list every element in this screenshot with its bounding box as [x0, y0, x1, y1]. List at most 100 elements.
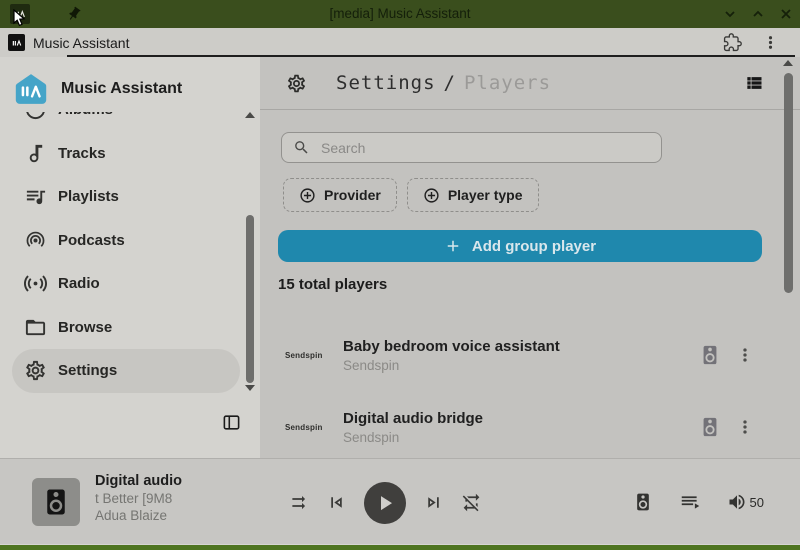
sidebar-item-label: Settings: [58, 362, 117, 379]
player-bar-right: 50: [633, 459, 764, 546]
player-provider: Sendspin: [343, 430, 699, 445]
player-row-text: Digital audio bridge Sendspin: [343, 410, 699, 445]
gear-icon: [24, 359, 47, 382]
search-box[interactable]: [281, 132, 662, 163]
row-menu-icon[interactable]: [735, 345, 755, 365]
sidebar-item-albums[interactable]: Albums: [12, 112, 240, 132]
breadcrumb-settings[interactable]: Settings: [336, 72, 436, 94]
now-playing-player: Digital audio: [95, 473, 273, 489]
play-button[interactable]: [364, 482, 406, 524]
provider-brand-logo: Sendspin: [285, 423, 343, 432]
queue-icon[interactable]: [680, 492, 701, 513]
sidebar: Music Assistant Albums Tracks Playlists: [0, 57, 260, 458]
album-art[interactable]: [32, 478, 80, 526]
player-row[interactable]: Sendspin Digital audio bridge Sendspin: [260, 391, 800, 463]
music-note-icon: [24, 142, 47, 165]
add-group-player-button[interactable]: Add group player: [278, 230, 762, 262]
window-titlebar: [media] Music Assistant: [0, 0, 800, 28]
settings-gear-icon: [286, 73, 307, 94]
now-playing-artist: Adua Blaize: [95, 508, 273, 523]
sidebar-item-settings[interactable]: Settings: [12, 349, 240, 393]
breadcrumb-separator: /: [444, 72, 456, 94]
sidebar-item-label: Tracks: [58, 145, 106, 162]
minimize-button[interactable]: [722, 6, 738, 22]
browser-toolbar: Music Assistant: [0, 28, 800, 57]
player-type-filter-button[interactable]: Player type: [407, 178, 539, 212]
app-body: Music Assistant Albums Tracks Playlists: [0, 57, 800, 458]
playlist-icon: [24, 185, 47, 208]
sidebar-item-label: Albums: [58, 112, 113, 118]
speaker-icon[interactable]: [699, 416, 721, 438]
play-icon: [373, 491, 397, 515]
provider-filter-button[interactable]: Provider: [283, 178, 397, 212]
plus-circle-icon: [299, 187, 316, 204]
folder-icon: [24, 316, 47, 339]
provider-brand-logo: Sendspin: [285, 351, 343, 360]
player-bar: Digital audio t Better [9M8 Adua Blaize: [0, 458, 800, 545]
search-icon: [293, 139, 310, 156]
sidebar-item-label: Playlists: [58, 188, 119, 205]
breadcrumb-players: Players: [464, 72, 551, 94]
sidebar-nav: Albums Tracks Playlists: [0, 112, 260, 458]
window-title: [media] Music Assistant: [0, 0, 800, 28]
sidebar-item-label: Browse: [58, 319, 112, 336]
page-header: Settings / Players: [260, 57, 800, 110]
volume-level: 50: [750, 495, 764, 510]
sidebar-item-playlists[interactable]: Playlists: [12, 175, 240, 219]
filter-row: Provider Player type: [283, 178, 800, 212]
add-group-player-label: Add group player: [472, 238, 596, 255]
sidebar-item-podcasts[interactable]: Podcasts: [12, 219, 240, 263]
scroll-up-arrow[interactable]: [783, 60, 793, 66]
browser-menu-icon[interactable]: [761, 33, 780, 52]
volume-control[interactable]: 50: [727, 492, 764, 513]
main-scrollbar[interactable]: [784, 60, 793, 455]
now-playing-info[interactable]: Digital audio t Better [9M8 Adua Blaize: [95, 473, 273, 523]
search-input[interactable]: [319, 139, 650, 157]
speaker-icon[interactable]: [699, 344, 721, 366]
sidebar-app-title: Music Assistant: [61, 80, 182, 98]
provider-filter-label: Provider: [324, 187, 381, 203]
scroll-down-arrow[interactable]: [245, 385, 255, 391]
scroll-up-arrow[interactable]: [245, 112, 255, 118]
player-row-text: Baby bedroom voice assistant Sendspin: [343, 338, 699, 373]
app-favicon: [8, 34, 25, 51]
main-panel: Settings / Players Provider: [260, 57, 800, 458]
broadcast-icon: [24, 272, 47, 295]
shuffle-off-icon[interactable]: [288, 492, 309, 513]
player-type-filter-label: Player type: [448, 187, 523, 203]
music-assistant-logo: [14, 73, 48, 105]
repeat-off-icon[interactable]: [461, 492, 482, 513]
player-name: Baby bedroom voice assistant: [343, 338, 699, 355]
collapse-sidebar-icon[interactable]: [222, 413, 241, 432]
mouse-cursor: [13, 9, 27, 27]
sidebar-scrollbar[interactable]: [246, 112, 254, 402]
row-menu-icon[interactable]: [735, 417, 755, 437]
active-player-speaker-icon[interactable]: [633, 492, 654, 513]
sidebar-item-label: Radio: [58, 275, 100, 292]
sidebar-item-tracks[interactable]: Tracks: [12, 132, 240, 176]
scrollbar-thumb[interactable]: [784, 73, 793, 293]
now-playing-track: t Better [9M8: [95, 491, 273, 506]
breadcrumb: Settings / Players: [336, 72, 551, 94]
sidebar-item-label: Podcasts: [58, 232, 125, 249]
toolbar-app-name: Music Assistant: [33, 35, 129, 51]
previous-track-icon[interactable]: [326, 492, 347, 513]
sidebar-item-radio[interactable]: Radio: [12, 262, 240, 306]
volume-icon: [727, 492, 748, 513]
player-row[interactable]: Sendspin Baby bedroom voice assistant Se…: [260, 319, 800, 391]
window-bottom-edge: [0, 544, 800, 550]
podcast-icon: [24, 229, 47, 252]
sidebar-header: Music Assistant: [0, 57, 260, 111]
player-name: Digital audio bridge: [343, 410, 699, 427]
extensions-icon[interactable]: [723, 33, 742, 52]
players-list: Sendspin Baby bedroom voice assistant Se…: [260, 319, 800, 463]
maximize-button[interactable]: [750, 6, 766, 22]
next-track-icon[interactable]: [423, 492, 444, 513]
scrollbar-thumb[interactable]: [246, 215, 254, 383]
player-provider: Sendspin: [343, 358, 699, 373]
sidebar-item-browse[interactable]: Browse: [12, 306, 240, 350]
plus-circle-icon: [423, 187, 440, 204]
close-button[interactable]: [778, 6, 794, 22]
album-icon: [24, 112, 47, 121]
view-list-icon[interactable]: [744, 73, 764, 93]
